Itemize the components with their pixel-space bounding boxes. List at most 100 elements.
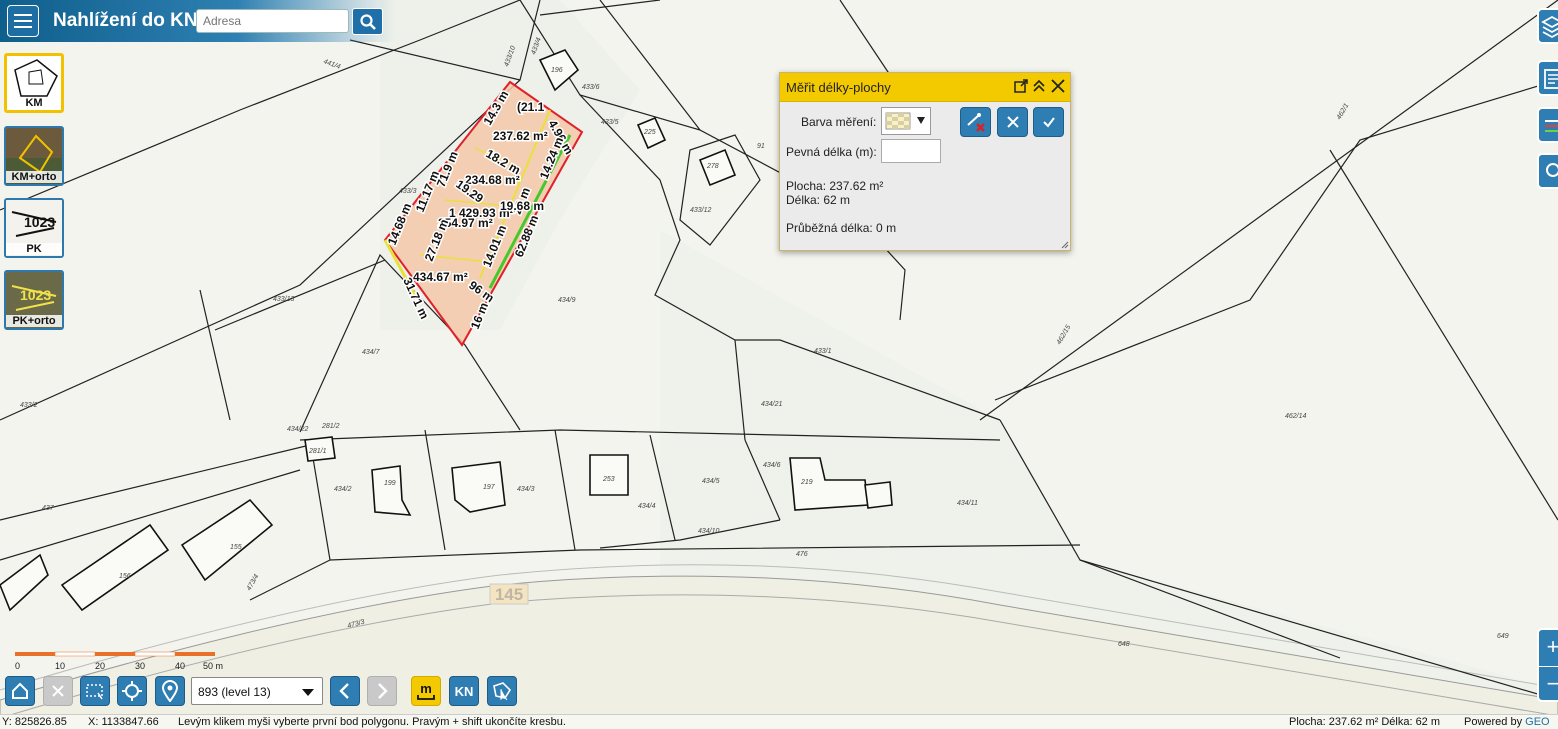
svg-text:1023: 1023 xyxy=(24,214,55,230)
powered-by: Powered by GEO xyxy=(1464,716,1550,728)
map-marker-icon xyxy=(161,680,179,702)
search-button[interactable] xyxy=(352,8,383,35)
address-search-input[interactable] xyxy=(196,9,349,33)
kn-info-button[interactable]: KN xyxy=(449,676,479,706)
draw-polygon-button[interactable] xyxy=(487,676,517,706)
select-area-button[interactable] xyxy=(80,676,110,706)
fixed-length-input[interactable] xyxy=(881,139,941,163)
ruler-icon: m xyxy=(417,681,435,700)
collapse-icon[interactable] xyxy=(1031,78,1047,94)
building-number-label: 225 xyxy=(643,129,656,136)
building-number-label: 156 xyxy=(119,573,131,580)
home-button[interactable] xyxy=(5,676,35,706)
building-number-label: 253 xyxy=(602,476,615,483)
powered-by-prefix: Powered by xyxy=(1464,716,1526,728)
clear-measure-button[interactable] xyxy=(960,107,991,137)
parcel-number-label: 434/10 xyxy=(698,528,720,535)
search-panel-button[interactable] xyxy=(1537,153,1558,189)
measure-area-label: 237.62 m² xyxy=(493,129,548,143)
chevron-right-icon xyxy=(378,683,388,699)
parcel-number-label: 649 xyxy=(1497,633,1509,640)
measure-area-label: (21.1 xyxy=(517,100,545,114)
layer-km-orto-button[interactable]: KM+orto xyxy=(4,126,64,186)
scale-tick-label: 40 xyxy=(175,661,185,671)
measure-length-label: 19.68 m xyxy=(500,199,544,213)
layers-icon xyxy=(1541,15,1558,39)
building-number-label: 155 xyxy=(230,544,242,551)
polygon-pointer-icon xyxy=(493,682,512,701)
status-measure-summary: Plocha: 237.62 m² Délka: 62 m xyxy=(1289,716,1441,728)
building-number-label: 199 xyxy=(384,480,396,487)
parcel-number-label: 434/11 xyxy=(957,500,978,507)
popout-icon[interactable] xyxy=(1013,78,1029,94)
cancel-measure-button[interactable] xyxy=(997,107,1028,137)
print-panel-button[interactable] xyxy=(1537,60,1558,96)
measure-color-select[interactable] xyxy=(881,107,931,135)
measure-dialog-header[interactable]: Měřit délky-plochy xyxy=(780,73,1070,102)
legend-panel-button[interactable] xyxy=(1537,107,1558,143)
select-area-icon xyxy=(86,684,103,700)
parcel-number-label: 434/5 xyxy=(702,478,720,485)
building-number-label: 196 xyxy=(551,67,563,74)
app-title: Nahlížení do KN xyxy=(53,10,198,31)
clear-selection-button[interactable] xyxy=(43,676,73,706)
road-number: 145 xyxy=(489,583,529,605)
clear-measure-icon xyxy=(966,113,985,132)
powered-by-brand[interactable]: GEO xyxy=(1525,716,1549,728)
scale-tick-label: 30 xyxy=(135,661,145,671)
parcel-number-label: 433/1 xyxy=(814,348,832,355)
measure-tool-button[interactable]: m xyxy=(411,676,441,706)
x-icon xyxy=(1006,116,1019,128)
layer-km-button[interactable]: KM xyxy=(4,53,64,113)
zoom-level-select[interactable]: 893 (level 13) xyxy=(191,677,323,705)
x-icon xyxy=(52,685,64,697)
marker-button[interactable] xyxy=(155,676,185,706)
measure-color-label: Barva měření: xyxy=(801,115,877,129)
parcel-number-label: 281/2 xyxy=(321,423,340,430)
parcel-number-label: 434/3 xyxy=(517,486,535,493)
parcel-number-label: 462/14 xyxy=(1285,413,1307,420)
menu-button[interactable] xyxy=(7,5,39,37)
search-icon xyxy=(359,13,376,30)
zoom-out-button[interactable]: − xyxy=(1539,666,1558,703)
resize-handle-icon[interactable] xyxy=(1061,241,1069,249)
zoom-in-button[interactable]: + xyxy=(1539,630,1558,666)
status-bar: Y: 825826.85 X: 1133847.66 Levým klikem … xyxy=(0,714,1558,729)
parcel-number-label: 434/9 xyxy=(558,297,576,304)
home-icon xyxy=(12,682,28,699)
app-header: Nahlížení do KN xyxy=(0,0,395,42)
status-x-coordinate: X: 1133847.66 xyxy=(88,716,159,728)
color-swatch-icon xyxy=(885,112,925,130)
layer-pk-button[interactable]: 1023 PK xyxy=(4,198,64,258)
confirm-measure-button[interactable] xyxy=(1033,107,1064,137)
parcel-number-label: 434/7 xyxy=(362,349,381,356)
parcel-number-label: 648 xyxy=(1118,641,1130,648)
parcel-number-label: 433/13 xyxy=(273,296,295,303)
building-number-label: 197 xyxy=(483,484,496,491)
kn-label: KN xyxy=(454,683,474,699)
previous-view-button[interactable] xyxy=(330,676,360,706)
legend-icon xyxy=(1545,120,1558,132)
svg-text:1023: 1023 xyxy=(20,287,51,303)
measure-area-label: 434.67 m² xyxy=(413,270,468,284)
scale-tick-label: 10 xyxy=(55,661,65,671)
parcel-number-label: 433/12 xyxy=(690,207,712,214)
status-y-coordinate: Y: 825826.85 xyxy=(2,716,67,728)
parcel-number-label: 434/21 xyxy=(761,401,783,408)
close-icon[interactable] xyxy=(1050,78,1066,94)
layer-km-label: KM xyxy=(7,97,61,109)
layer-pk-orto-button[interactable]: 1023 PK+orto xyxy=(4,270,64,330)
status-hint: Levým klikem myši vyberte první bod poly… xyxy=(178,716,566,728)
locate-button[interactable] xyxy=(117,676,147,706)
zoom-level-value: 893 (level 13) xyxy=(198,685,271,699)
next-view-button[interactable] xyxy=(367,676,397,706)
parcel-number-label: 437 xyxy=(42,505,55,512)
layer-pk-orto-label: PK+orto xyxy=(6,315,62,327)
scale-tick-label: 20 xyxy=(95,661,105,671)
print-icon xyxy=(1544,69,1558,89)
parcel-number-label: 433/3 xyxy=(399,188,417,195)
parcel-number-label: 433/5 xyxy=(601,119,619,126)
magnifier-icon xyxy=(1546,163,1558,177)
layers-panel-button[interactable] xyxy=(1537,8,1558,44)
zoom-controls: + − xyxy=(1537,628,1558,702)
